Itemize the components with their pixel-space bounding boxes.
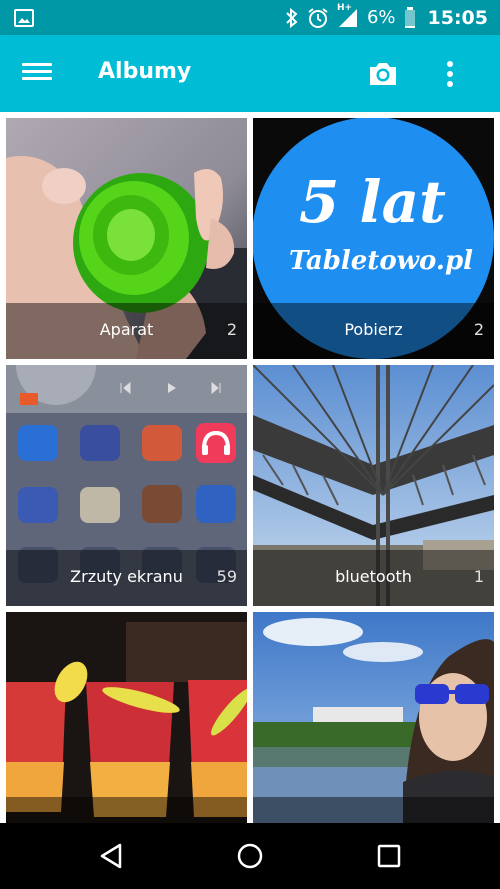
album-caption: bluetooth 1 <box>253 550 494 606</box>
album-tile-bluetooth[interactable]: bluetooth 1 <box>253 365 494 606</box>
album-caption: Pobierz 2 <box>253 303 494 359</box>
album-count: 59 <box>216 567 237 586</box>
thumbnail-text-tabletowo: Tabletowo.pl <box>289 246 474 276</box>
battery-percent: 6% <box>366 7 396 28</box>
more-vert-icon[interactable] <box>438 57 462 91</box>
album-tile-aparat[interactable]: Aparat 2 <box>6 118 247 359</box>
home-icon[interactable] <box>233 839 267 873</box>
page-title: Albumy <box>98 59 192 84</box>
album-tile-pobierz[interactable]: 5 lat Tabletowo.pl Pobierz 2 <box>253 118 494 359</box>
album-count: 1 <box>473 567 484 586</box>
back-icon[interactable] <box>94 839 128 873</box>
album-grid: Aparat 2 5 lat Tabletowo.pl Pobierz 2 Zr… <box>0 112 500 823</box>
camera-icon[interactable] <box>366 57 400 91</box>
album-caption: Aparat 2 <box>6 303 247 359</box>
menu-icon[interactable] <box>22 59 56 89</box>
album-name: bluetooth <box>335 567 412 586</box>
album-thumbnail <box>6 612 247 823</box>
album-caption: Zrzuty ekranu 59 <box>6 550 247 606</box>
clock: 15:05 <box>427 6 488 29</box>
album-thumbnail <box>253 612 494 823</box>
bluetooth-icon <box>285 7 299 28</box>
album-tile-5[interactable] <box>6 612 247 823</box>
album-count: 2 <box>473 320 484 339</box>
thumbnail-text-5-lat: 5 lat <box>299 168 446 236</box>
status-bar: H+ 6% 15:05 <box>0 0 500 35</box>
app-bar: Albumy <box>0 35 500 112</box>
signal-icon: H+ <box>337 3 359 29</box>
album-caption <box>6 797 247 823</box>
album-tile-zrzuty-ekranu[interactable]: Zrzuty ekranu 59 <box>6 365 247 606</box>
album-name: Pobierz <box>344 320 403 339</box>
navigation-bar <box>0 823 500 889</box>
battery-icon <box>404 6 416 29</box>
alarm-icon <box>307 7 329 29</box>
album-tile-6[interactable] <box>253 612 494 823</box>
album-caption <box>253 797 494 823</box>
album-name: Zrzuty ekranu <box>70 567 183 586</box>
album-name: Aparat <box>99 320 154 339</box>
recents-icon[interactable] <box>372 839 406 873</box>
image-icon <box>14 8 34 28</box>
album-count: 2 <box>226 320 237 339</box>
